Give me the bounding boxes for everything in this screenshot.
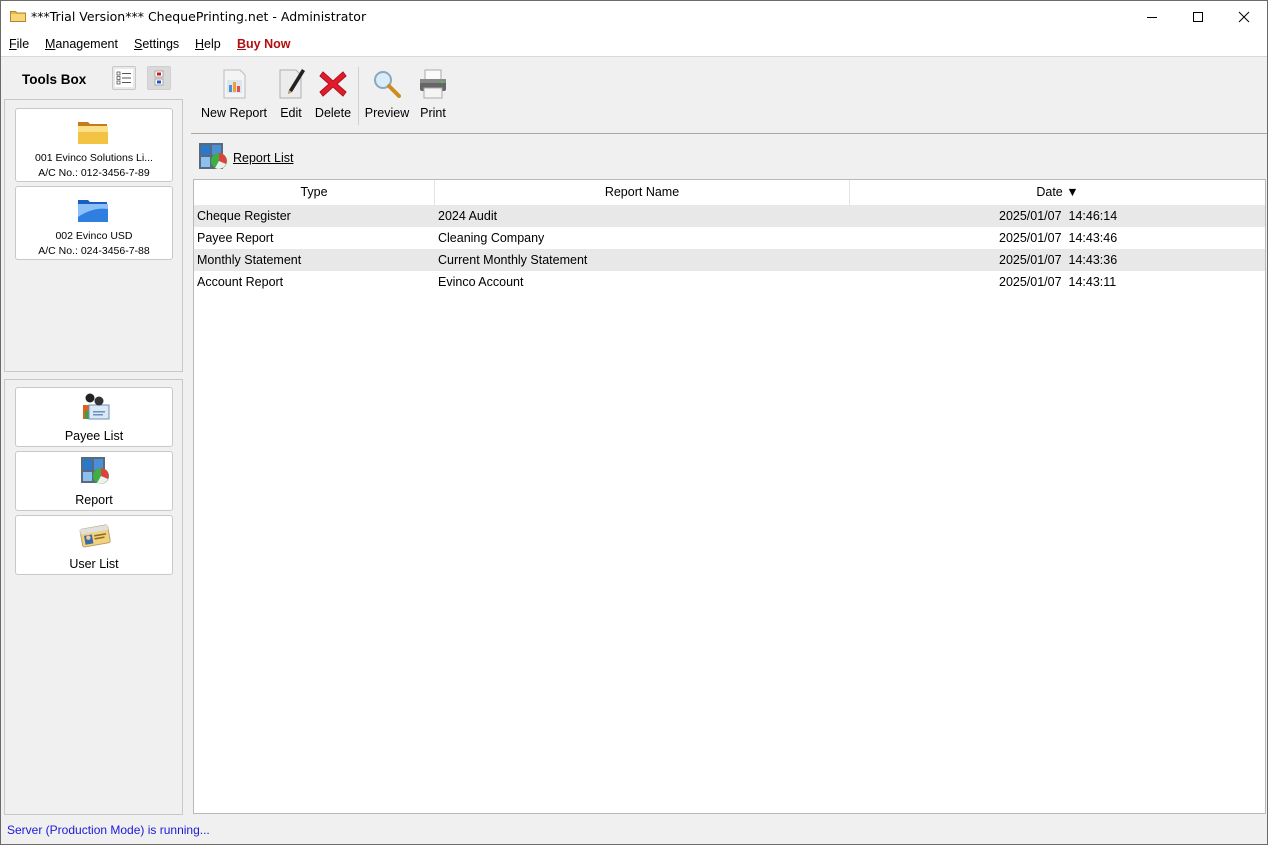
user-list-icon <box>79 524 111 548</box>
account-name: 001 Evinco Solutions Li... <box>35 152 153 164</box>
tool-payee-list[interactable]: Payee List <box>15 387 173 447</box>
cell-type: Cheque Register <box>197 209 291 223</box>
cell-type: Monthly Statement <box>197 253 302 267</box>
delete-label: Delete <box>314 106 352 120</box>
delete-icon <box>319 71 347 97</box>
menu-file-label: ile <box>16 37 30 51</box>
account-card-001[interactable]: 001 Evinco Solutions Li... A/C No.: 012-… <box>15 108 173 182</box>
menu-buy-now[interactable]: Buy Now <box>237 37 290 51</box>
edit-label: Edit <box>280 106 302 120</box>
menu-settings-label: ettings <box>142 37 180 51</box>
preview-label: Preview <box>364 106 410 120</box>
report-list-icon <box>199 143 227 169</box>
account-card-002[interactable]: 002 Evinco USD A/C No.: 024-3456-7-88 <box>15 186 173 260</box>
menu-management-mnemonic: M <box>45 37 56 51</box>
cell-report-name: 2024 Audit <box>438 209 498 223</box>
column-header-date[interactable]: Date ▼ <box>850 180 1265 205</box>
edit-icon <box>279 69 305 99</box>
cell-date: 2025/01/07 14:43:11 <box>999 275 1117 289</box>
report-icon <box>81 457 109 484</box>
cell-report-name: Evinco Account <box>438 275 524 289</box>
account-number: A/C No.: 024-3456-7-88 <box>38 245 150 257</box>
table-row[interactable]: Monthly Statement Current Monthly Statem… <box>194 249 1265 271</box>
cell-type: Account Report <box>197 275 284 289</box>
menu-management[interactable]: Management <box>45 37 118 51</box>
table-row[interactable]: Cheque Register 2024 Audit 2025/01/07 14… <box>194 205 1265 227</box>
preview-icon <box>374 71 401 98</box>
menu-bar: File Management Settings Help Buy Now <box>1 32 1267 57</box>
sort-descending-icon: ▼ <box>1066 185 1079 199</box>
delete-button[interactable]: Delete <box>312 59 354 129</box>
print-button[interactable]: Print <box>415 59 451 129</box>
column-header-report-name[interactable]: Report Name <box>435 180 850 205</box>
new-report-icon <box>223 69 246 99</box>
close-icon <box>1238 11 1250 22</box>
column-header-label: Date <box>1036 185 1063 199</box>
print-label: Print <box>420 106 446 120</box>
cell-date: 2025/01/07 14:46:14 <box>999 209 1118 223</box>
menu-settings[interactable]: Settings <box>134 37 179 51</box>
table-header: Type Report Name Date ▼ <box>194 180 1265 205</box>
tools-box-title: Tools Box <box>22 72 87 87</box>
window-title: ***Trial Version*** ChequePrinting.net -… <box>31 9 367 24</box>
print-icon <box>420 69 446 99</box>
tile-view-button[interactable] <box>147 66 171 90</box>
tools-panel: Payee List Report User List <box>4 379 183 815</box>
new-report-label: New Report <box>201 106 267 120</box>
new-report-button[interactable]: New Report <box>199 59 269 129</box>
cell-type: Payee Report <box>197 231 274 245</box>
tool-report[interactable]: Report <box>15 451 173 511</box>
list-view-icon <box>116 71 131 85</box>
account-number: A/C No.: 012-3456-7-89 <box>38 167 150 179</box>
accounts-panel: 001 Evinco Solutions Li... A/C No.: 012-… <box>4 99 183 372</box>
report-table: Type Report Name Date ▼ Cheque Register … <box>193 179 1266 814</box>
payee-list-icon <box>83 393 110 420</box>
cell-report-name: Current Monthly Statement <box>438 253 588 267</box>
column-header-label: Report Name <box>604 185 680 199</box>
folder-blue-icon <box>78 200 108 222</box>
folder-yellow-icon <box>78 122 108 144</box>
folder-app-icon <box>10 11 26 22</box>
minimize-icon <box>1147 16 1157 18</box>
status-bar-text: Server (Production Mode) is running... <box>7 823 210 837</box>
toolbar: New Report Edit Delete Preview Print <box>191 59 1267 134</box>
tool-label: Payee List <box>64 429 124 443</box>
table-row[interactable]: Payee Report Cleaning Company 2025/01/07… <box>194 227 1265 249</box>
preview-button[interactable]: Preview <box>363 59 411 129</box>
toolbar-separator <box>358 67 359 125</box>
app-window: ***Trial Version*** ChequePrinting.net -… <box>0 0 1268 845</box>
maximize-button[interactable] <box>1175 1 1221 32</box>
menu-help-mnemonic: H <box>195 37 205 51</box>
table-row[interactable]: Account Report Evinco Account 2025/01/07… <box>194 271 1265 293</box>
menu-help[interactable]: Help <box>195 37 221 51</box>
maximize-icon <box>1193 11 1203 22</box>
menu-buy-now-mnemonic: B <box>237 37 247 51</box>
edit-button[interactable]: Edit <box>273 59 309 129</box>
tool-label: Report <box>75 493 113 507</box>
menu-buy-now-label: uy Now <box>246 37 291 51</box>
menu-file-mnemonic: F <box>9 37 17 51</box>
menu-file[interactable]: File <box>9 37 29 51</box>
title-bar: ***Trial Version*** ChequePrinting.net -… <box>1 1 1267 32</box>
list-view-button[interactable] <box>112 66 136 90</box>
tile-view-icon <box>154 70 164 86</box>
tool-user-list[interactable]: User List <box>15 515 173 575</box>
cell-report-name: Cleaning Company <box>438 231 545 245</box>
account-name: 002 Evinco USD <box>55 230 133 242</box>
column-header-label: Type <box>300 185 328 199</box>
minimize-button[interactable] <box>1129 1 1175 32</box>
cell-date: 2025/01/07 14:43:36 <box>999 253 1118 267</box>
close-button[interactable] <box>1221 1 1267 32</box>
menu-help-label: elp <box>204 37 221 51</box>
cell-date: 2025/01/07 14:43:46 <box>999 231 1118 245</box>
tool-label: User List <box>69 557 119 571</box>
report-list-link[interactable]: Report List <box>233 151 293 165</box>
column-header-type[interactable]: Type <box>194 180 435 205</box>
menu-management-label: anagement <box>55 37 118 51</box>
